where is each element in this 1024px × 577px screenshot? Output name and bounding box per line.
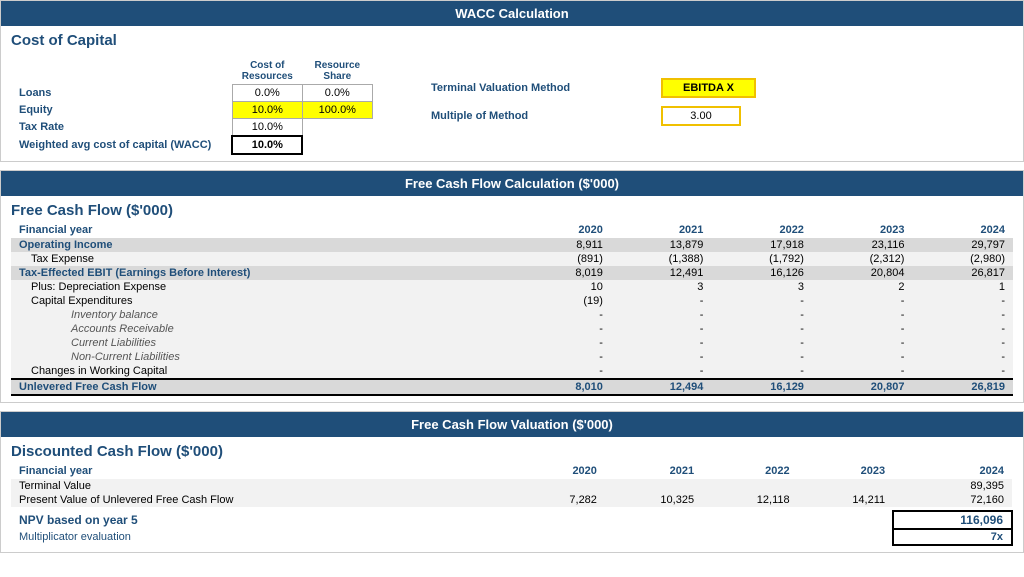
fcf-title: Free Cash Flow ($'000) xyxy=(1,196,1023,222)
label-accounts-receivable: Accounts Receivable xyxy=(11,322,525,336)
val-year-2021: 2021 xyxy=(605,463,702,479)
cost-of-capital-content: Cost ofResources ResourceShare Loans 0.0… xyxy=(1,52,1023,161)
fcf-row-accounts-receivable: Accounts Receivable - - - - - xyxy=(11,322,1013,336)
val-row-pv-fcf: Present Value of Unlevered Free Cash Flo… xyxy=(11,493,1012,507)
coc-right: Terminal Valuation Method EBITDA X Multi… xyxy=(431,58,756,155)
fcf-row-tax-effected-ebit: Tax-Effected EBIT (Earnings Before Inter… xyxy=(11,266,1013,280)
label-non-current-liabilities: Non-Current Liabilities xyxy=(11,350,525,364)
fcf-year-2020: 2020 xyxy=(525,222,611,238)
fcf-year-2024: 2024 xyxy=(912,222,1013,238)
terminal-valuation-row: Terminal Valuation Method EBITDA X xyxy=(431,78,756,98)
val-year-2024: 2024 xyxy=(893,463,1012,479)
val-year-2023: 2023 xyxy=(798,463,894,479)
label-npv: NPV based on year 5 xyxy=(11,511,520,529)
val-year-label: Financial year xyxy=(11,463,520,479)
label-terminal-value: Terminal Value xyxy=(11,479,520,493)
coc-row-wacc: Weighted avg cost of capital (WACC) 10.0… xyxy=(11,136,372,154)
coc-left: Cost ofResources ResourceShare Loans 0.0… xyxy=(11,58,391,155)
fcf-header-row: Financial year 2020 2021 2022 2023 2024 xyxy=(11,222,1013,238)
coc-row-loans: Loans 0.0% 0.0% xyxy=(11,85,372,102)
fcf-row-tax-expense: Tax Expense (891) (1,388) (1,792) (2,312… xyxy=(11,252,1013,266)
cost-of-capital-title: Cost of Capital xyxy=(1,26,1023,52)
fcf-section: Free Cash Flow Calculation ($'000) Free … xyxy=(0,170,1024,403)
fcf-header: Free Cash Flow Calculation ($'000) xyxy=(1,171,1023,196)
val-year-2020: 2020 xyxy=(520,463,605,479)
label-depreciation: Plus: Depreciation Expense xyxy=(11,280,525,294)
val-section: Free Cash Flow Valuation ($'000) Discoun… xyxy=(0,411,1024,553)
val-header-row: Financial year 2020 2021 2022 2023 2024 xyxy=(11,463,1012,479)
val-year-2022: 2022 xyxy=(702,463,798,479)
wacc-header: WACC Calculation xyxy=(1,1,1023,26)
val-header: Free Cash Flow Valuation ($'000) xyxy=(1,412,1023,437)
fcf-row-non-current-liabilities: Non-Current Liabilities - - - - - xyxy=(11,350,1013,364)
fcf-row-inventory: Inventory balance - - - - - xyxy=(11,308,1013,322)
fcf-year-label: Financial year xyxy=(11,222,525,238)
wacc-section: WACC Calculation Cost of Capital Cost of… xyxy=(0,0,1024,162)
col-cost-resources: Cost ofResources xyxy=(232,58,302,85)
label-tax-effected-ebit: Tax-Effected EBIT (Earnings Before Inter… xyxy=(11,266,525,280)
fcf-row-depreciation: Plus: Depreciation Expense 10 3 3 2 1 xyxy=(11,280,1013,294)
fcf-row-unlevered-fcf: Unlevered Free Cash Flow 8,010 12,494 16… xyxy=(11,379,1013,395)
fcf-year-2021: 2021 xyxy=(611,222,712,238)
multiple-method-label: Multiple of Method xyxy=(431,110,631,122)
label-unlevered-fcf: Unlevered Free Cash Flow xyxy=(11,379,525,395)
label-operating-income: Operating Income xyxy=(11,238,525,252)
val-table-wrapper: Financial year 2020 2021 2022 2023 2024 … xyxy=(1,463,1023,552)
fcf-row-current-liabilities: Current Liabilities - - - - - xyxy=(11,336,1013,350)
multiple-method-row: Multiple of Method 3.00 xyxy=(431,106,756,126)
label-tax-expense: Tax Expense xyxy=(11,252,525,266)
coc-row-tax: Tax Rate 10.0% xyxy=(11,119,372,137)
fcf-table-wrapper: Financial year 2020 2021 2022 2023 2024 … xyxy=(1,222,1023,402)
label-current-liabilities: Current Liabilities xyxy=(11,336,525,350)
label-capex: Capital Expenditures xyxy=(11,294,525,308)
mult-value: 7x xyxy=(893,529,1012,545)
fcf-row-capex: Capital Expenditures (19) - - - - xyxy=(11,294,1013,308)
fcf-row-working-capital: Changes in Working Capital - - - - - xyxy=(11,364,1013,379)
fcf-row-operating-income: Operating Income 8,911 13,879 17,918 23,… xyxy=(11,238,1013,252)
npv-value: 116,096 xyxy=(893,511,1012,529)
fcf-year-2023: 2023 xyxy=(812,222,913,238)
col-resource-share: ResourceShare xyxy=(302,58,372,85)
val-title: Discounted Cash Flow ($'000) xyxy=(1,437,1023,463)
terminal-valuation-label: Terminal Valuation Method xyxy=(431,82,631,94)
coc-row-equity: Equity 10.0% 100.0% xyxy=(11,102,372,119)
terminal-valuation-value: EBITDA X xyxy=(661,78,756,98)
fcf-year-2022: 2022 xyxy=(711,222,812,238)
multiple-method-value: 3.00 xyxy=(661,106,741,126)
label-working-capital: Changes in Working Capital xyxy=(11,364,525,379)
val-row-terminal-value: Terminal Value 89,395 xyxy=(11,479,1012,493)
val-row-npv: NPV based on year 5 116,096 xyxy=(11,511,1012,529)
label-pv-fcf: Present Value of Unlevered Free Cash Flo… xyxy=(11,493,520,507)
val-table: Financial year 2020 2021 2022 2023 2024 … xyxy=(11,463,1013,546)
label-mult: Multiplicator evaluation xyxy=(11,529,520,545)
val-row-mult: Multiplicator evaluation 7x xyxy=(11,529,1012,545)
label-inventory: Inventory balance xyxy=(11,308,525,322)
fcf-table: Financial year 2020 2021 2022 2023 2024 … xyxy=(11,222,1013,396)
